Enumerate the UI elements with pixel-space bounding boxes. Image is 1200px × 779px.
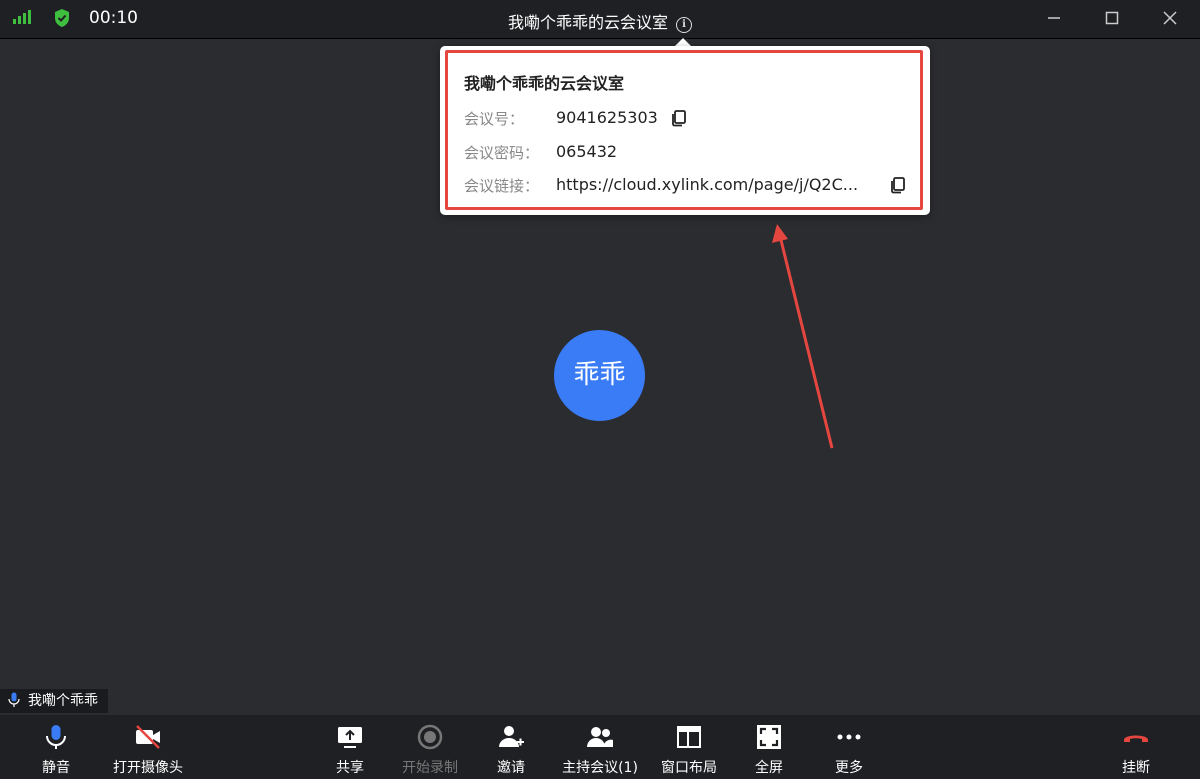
share-button[interactable]: 共享 <box>320 715 380 779</box>
participant-avatar: 乖乖 <box>554 330 645 421</box>
record-button[interactable]: 开始录制 <box>395 715 465 779</box>
fullscreen-button[interactable]: 全屏 <box>739 715 799 779</box>
participant-nameplate: 我嘞个乖乖 <box>0 689 108 713</box>
host-meeting-label: 主持会议(1) <box>562 760 638 776</box>
more-label: 更多 <box>835 760 863 776</box>
invite-button[interactable]: 邀请 <box>481 715 541 779</box>
layout-label: 窗口布局 <box>661 760 717 776</box>
share-label: 共享 <box>336 760 364 776</box>
participants-icon <box>587 727 613 747</box>
mute-button[interactable]: 静音 <box>26 715 86 779</box>
mute-label: 静音 <box>42 760 70 776</box>
camera-button[interactable]: 打开摄像头 <box>108 715 188 779</box>
invite-label: 邀请 <box>497 760 525 776</box>
more-button[interactable]: 更多 <box>819 715 879 779</box>
camera-label: 打开摄像头 <box>113 760 183 776</box>
share-screen-icon <box>338 727 362 748</box>
meeting-toolbar: 静音 打开摄像头 共享 开始录制 邀请 主持会议(1) 窗口布局 全屏 更多 挂… <box>0 715 1200 779</box>
layout-icon <box>677 726 701 748</box>
fullscreen-label: 全屏 <box>755 760 783 776</box>
record-icon <box>417 724 443 750</box>
hangup-phone-icon <box>1124 735 1148 742</box>
hangup-button[interactable]: 挂断 <box>1106 715 1166 779</box>
participant-name: 我嘞个乖乖 <box>28 693 98 709</box>
fullscreen-icon <box>757 725 781 749</box>
layout-button[interactable]: 窗口布局 <box>654 715 724 779</box>
hangup-label: 挂断 <box>1122 760 1150 776</box>
more-dots-icon <box>837 734 861 740</box>
record-label: 开始录制 <box>402 760 458 776</box>
host-meeting-button[interactable]: 主持会议(1) <box>559 715 641 779</box>
microphone-icon <box>8 692 20 707</box>
microphone-icon <box>46 725 66 749</box>
add-user-icon <box>499 726 524 747</box>
camera-off-icon <box>136 725 160 749</box>
